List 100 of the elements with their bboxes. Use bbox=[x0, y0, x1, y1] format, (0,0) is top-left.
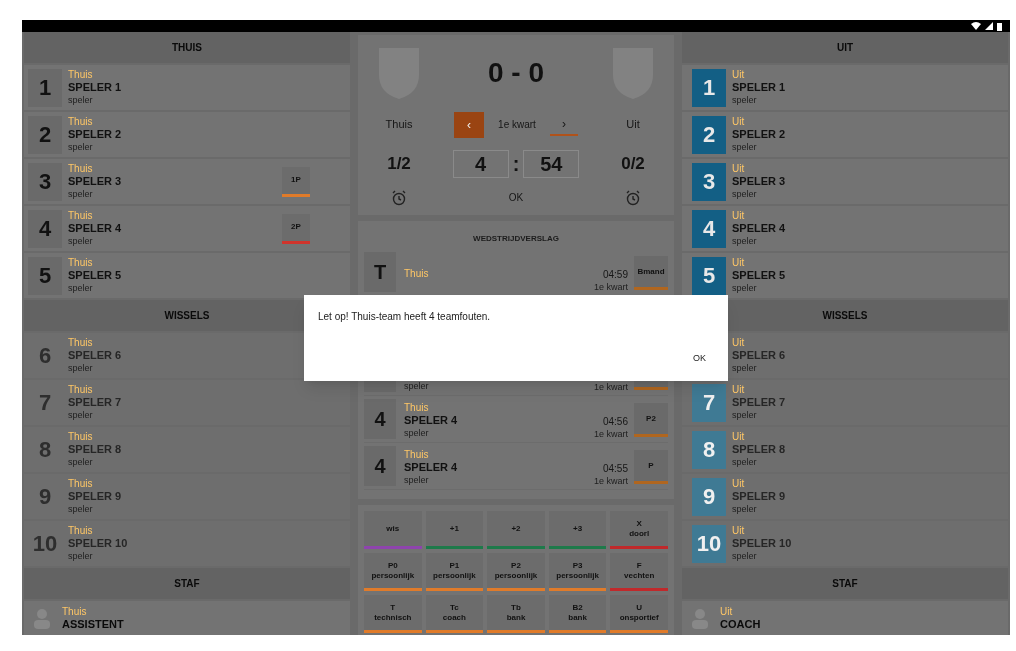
player-name: SPELER 1 bbox=[68, 81, 122, 94]
player-name: SPELER 6 bbox=[732, 349, 786, 362]
player-row[interactable]: 9 Thuis SPELER 9 speler bbox=[24, 474, 350, 519]
action-button[interactable]: T technisch bbox=[364, 595, 422, 633]
next-period-button[interactable]: › bbox=[549, 113, 578, 136]
player-number: 1 bbox=[38, 74, 52, 102]
team-label: Uit bbox=[732, 115, 746, 128]
player-row[interactable]: 2 Thuis SPELER 2 speler bbox=[24, 112, 350, 157]
player-name: SPELER 2 bbox=[68, 128, 122, 141]
player-number: 10 bbox=[696, 530, 722, 558]
signal-icon bbox=[985, 22, 993, 30]
ok-button[interactable]: OK bbox=[502, 190, 530, 205]
player-number: 5 bbox=[702, 262, 716, 290]
player-name: SPELER 7 bbox=[68, 396, 122, 409]
player-role: speler bbox=[732, 282, 758, 295]
player-name: SPELER 4 bbox=[732, 222, 786, 235]
player-role: speler bbox=[68, 409, 94, 422]
player-number: 1 bbox=[702, 74, 716, 102]
timeouts: 0/2 bbox=[621, 152, 645, 175]
team-label: Thuis bbox=[68, 256, 94, 269]
action-button[interactable]: Tb bank bbox=[487, 595, 545, 633]
staff-row[interactable]: Thuis ASSISTENT bbox=[24, 601, 350, 635]
foul-badge: 1P bbox=[282, 166, 310, 197]
event-badge: P2 bbox=[634, 403, 668, 437]
staff-row[interactable]: Uit COACH bbox=[682, 601, 1008, 635]
event-quarter: 1e kwart bbox=[594, 428, 628, 441]
action-button[interactable]: P1 persoonlijk bbox=[425, 553, 484, 591]
action-button[interactable]: wis bbox=[364, 511, 422, 549]
player-name: SPELER 4 bbox=[404, 461, 458, 474]
player-row[interactable]: 8 Uit SPELER 8 speler bbox=[682, 427, 1008, 472]
player-number: 10 bbox=[32, 530, 58, 558]
player-row[interactable]: 4 Uit SPELER 4 speler bbox=[682, 206, 1008, 251]
player-name: SPELER 1 bbox=[732, 81, 786, 94]
player-number: 8 bbox=[702, 436, 716, 464]
player-role: speler bbox=[732, 550, 758, 563]
dialog-ok-button[interactable]: OK bbox=[685, 349, 714, 367]
player-role: speler bbox=[68, 362, 94, 375]
section-header: THUIS bbox=[24, 32, 350, 63]
action-button[interactable]: F vechten bbox=[610, 553, 668, 591]
timeouts: 1/2 bbox=[387, 152, 411, 175]
player-row[interactable]: 2 Uit SPELER 2 speler bbox=[682, 112, 1008, 157]
action-button[interactable]: +2 bbox=[487, 511, 545, 549]
player-name: SPELER 10 bbox=[732, 537, 792, 550]
player-name: SPELER 6 bbox=[68, 349, 122, 362]
player-row[interactable]: 3 Uit SPELER 3 speler bbox=[682, 159, 1008, 204]
staff-name: ASSISTENT bbox=[62, 618, 124, 631]
score: 0 - 0 bbox=[488, 55, 544, 90]
alarm-clock-icon[interactable] bbox=[625, 189, 641, 206]
seconds-field[interactable]: 54 bbox=[523, 149, 580, 178]
player-role: speler bbox=[68, 235, 94, 248]
action-button[interactable]: X doorl bbox=[610, 511, 668, 549]
action-button[interactable]: +3 bbox=[548, 511, 607, 549]
foul-badge: 2P bbox=[282, 213, 310, 244]
team-label: Thuis bbox=[68, 209, 94, 222]
player-role: speler bbox=[404, 474, 430, 487]
event-row[interactable]: 4 Thuis SPELER 4 speler 04:55 1e kwart P bbox=[364, 445, 668, 490]
player-role: speler bbox=[404, 380, 429, 393]
minutes-field[interactable]: 4 bbox=[452, 149, 509, 178]
team-label: Uit bbox=[732, 209, 746, 222]
action-button[interactable]: U onsportief bbox=[610, 595, 668, 633]
event-badge: Bmand bbox=[634, 256, 668, 290]
player-name: SPELER 8 bbox=[68, 443, 122, 456]
player-row[interactable]: 3 Thuis SPELER 3 speler 1P bbox=[24, 159, 350, 204]
player-number: 8 bbox=[38, 436, 52, 464]
event-row[interactable]: 4 Thuis SPELER 4 speler 04:56 1e kwart P2 bbox=[364, 398, 668, 443]
team-label: Thuis bbox=[68, 115, 94, 128]
player-row[interactable]: 7 Thuis SPELER 7 speler bbox=[24, 380, 350, 425]
action-button[interactable]: P0 persoonlijk bbox=[364, 553, 422, 591]
player-number: T bbox=[373, 259, 387, 285]
player-role: speler bbox=[404, 427, 430, 440]
player-row[interactable]: 1 Uit SPELER 1 speler bbox=[682, 65, 1008, 110]
player-name: SPELER 3 bbox=[732, 175, 786, 188]
player-row[interactable]: 5 Uit SPELER 5 speler bbox=[682, 253, 1008, 298]
team-label: Thuis bbox=[68, 68, 94, 81]
action-button[interactable]: +1 bbox=[425, 511, 484, 549]
player-row[interactable]: 5 Thuis SPELER 5 speler bbox=[24, 253, 350, 298]
action-button[interactable]: P2 persoonlijk bbox=[487, 553, 545, 591]
team-name: Thuis bbox=[385, 117, 413, 133]
player-row[interactable]: 7 Uit SPELER 7 speler bbox=[682, 380, 1008, 425]
action-button[interactable]: B2 bank bbox=[548, 595, 607, 633]
previous-period-button[interactable]: ‹ bbox=[454, 111, 485, 138]
player-name: SPELER 10 bbox=[68, 537, 128, 550]
action-button[interactable]: Tc coach bbox=[425, 595, 484, 633]
player-number: 4 bbox=[702, 215, 716, 243]
player-row[interactable]: 4 Thuis SPELER 4 speler 2P bbox=[24, 206, 350, 251]
player-row[interactable]: 1 Thuis SPELER 1 speler bbox=[24, 65, 350, 110]
event-quarter: 1e kwart bbox=[594, 281, 628, 294]
event-time: 04:56 bbox=[602, 415, 628, 428]
player-row[interactable]: 8 Thuis SPELER 8 speler bbox=[24, 427, 350, 472]
action-button[interactable]: P3 persoonlijk bbox=[548, 553, 607, 591]
alarm-clock-icon[interactable] bbox=[391, 189, 407, 206]
team-name: Uit bbox=[626, 117, 640, 133]
team-label: Uit bbox=[732, 256, 746, 269]
event-badge: P bbox=[634, 450, 668, 484]
team-label: Uit bbox=[732, 430, 746, 443]
team-label: Uit bbox=[720, 605, 734, 618]
player-role: speler bbox=[732, 235, 758, 248]
player-row[interactable]: 9 Uit SPELER 9 speler bbox=[682, 474, 1008, 519]
player-number: 2 bbox=[38, 121, 52, 149]
team-label: Uit bbox=[732, 383, 746, 396]
